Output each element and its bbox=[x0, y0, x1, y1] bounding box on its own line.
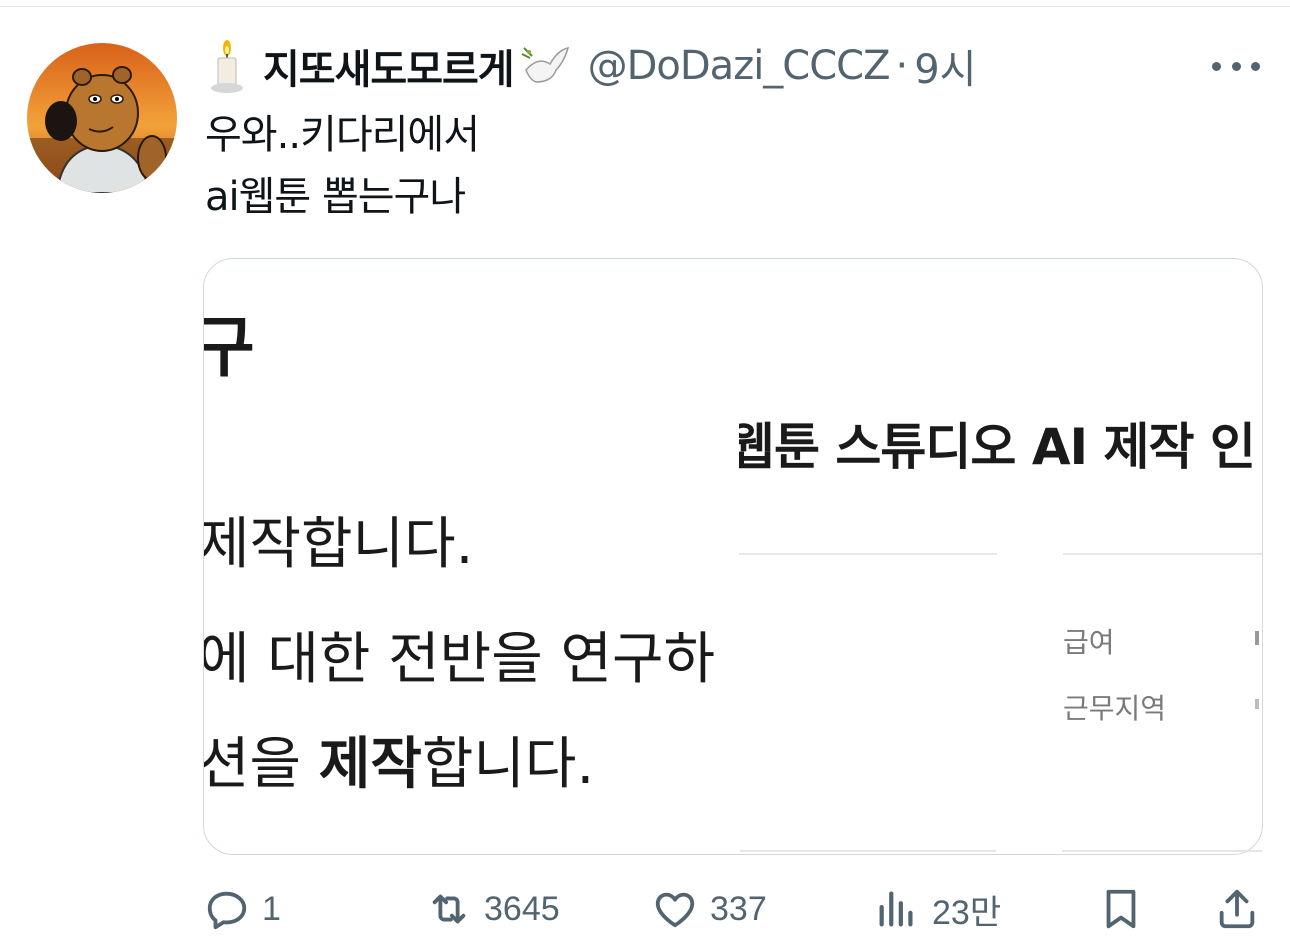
media-image-left[interactable]: 구 제작합니다. 에 대한 전반을 연구하 션을 제작합니다. bbox=[204, 259, 739, 854]
avatar[interactable] bbox=[27, 43, 177, 193]
avatar-image bbox=[27, 43, 177, 193]
like-icon bbox=[655, 892, 695, 928]
cropped-value-mark bbox=[1255, 631, 1259, 645]
tweet-header: 지또새도모르게 @DoDazi_CCCZ · 9시 bbox=[205, 36, 976, 96]
user-handle[interactable]: @DoDazi_CCCZ bbox=[588, 43, 891, 89]
tweet-text-line: 우와..키다리에서 bbox=[205, 112, 480, 158]
bookmark-button[interactable] bbox=[1098, 880, 1144, 938]
like-count: 337 bbox=[710, 889, 767, 928]
more-dot bbox=[1212, 61, 1221, 71]
media-image-right[interactable]: 웹툰 스튜디오 AI 제작 인 급여 근무지역 bbox=[739, 259, 1262, 854]
media-attachment[interactable]: 구 제작합니다. 에 대한 전반을 연구하 션을 제작합니다. 웹툰 스튜디오 … bbox=[203, 258, 1263, 855]
media-text-segment: 합니다. bbox=[421, 732, 595, 797]
media-text-line: 제작합니다. bbox=[204, 512, 474, 577]
media-text-segment: 션을 bbox=[204, 732, 319, 797]
tweet-text: 우와..키다리에서 ai웹툰 뽑는구나 bbox=[205, 104, 480, 228]
media-text-line: 션을 제작합니다. bbox=[204, 719, 594, 800]
tweet-text-line: ai웹툰 뽑는구나 bbox=[205, 174, 466, 220]
more-dot bbox=[1231, 61, 1241, 71]
cropped-value-mark bbox=[1255, 699, 1259, 709]
retweet-count: 3645 bbox=[484, 889, 560, 928]
media-text-bold: 제작 bbox=[318, 732, 422, 797]
reply-button[interactable]: 1 bbox=[204, 880, 281, 938]
views-button[interactable]: 23만 bbox=[874, 880, 1001, 938]
like-button[interactable]: 337 bbox=[652, 880, 767, 938]
timestamp[interactable]: 9시 bbox=[914, 37, 976, 95]
share-button[interactable] bbox=[1214, 880, 1260, 938]
reply-count: 1 bbox=[262, 889, 281, 928]
job-posting-title: 웹툰 스튜디오 AI 제작 인 bbox=[739, 418, 1256, 476]
candle-icon bbox=[211, 40, 243, 93]
action-bar: 1 3645 337 23만 bbox=[0, 880, 1290, 938]
bookmark-icon bbox=[1106, 889, 1136, 929]
media-text-line: 에 대한 전반을 연구하 bbox=[204, 627, 716, 692]
share-icon bbox=[1219, 889, 1255, 929]
retweet-button[interactable]: 3645 bbox=[426, 880, 560, 938]
reply-icon bbox=[207, 891, 247, 930]
dove-icon bbox=[521, 47, 569, 83]
more-dot bbox=[1251, 61, 1260, 71]
divider bbox=[740, 850, 996, 852]
divider bbox=[739, 553, 997, 555]
retweet-icon bbox=[432, 894, 466, 924]
display-name[interactable]: 지또새도모르게 bbox=[263, 37, 515, 95]
location-label: 근무지역 bbox=[1063, 692, 1167, 725]
more-icon[interactable] bbox=[1212, 56, 1260, 76]
top-divider bbox=[0, 6, 1290, 7]
divider bbox=[1063, 553, 1262, 555]
salary-label: 급여 bbox=[1063, 626, 1115, 659]
views-count: 23만 bbox=[932, 893, 1002, 932]
views-icon bbox=[879, 891, 913, 927]
separator-dot: · bbox=[895, 43, 909, 89]
media-text-line: 구 bbox=[204, 294, 255, 390]
divider bbox=[1062, 850, 1262, 852]
